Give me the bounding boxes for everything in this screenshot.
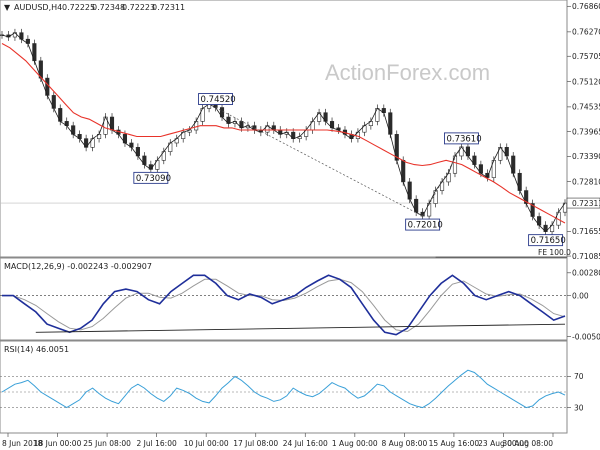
x-axis-tick-label: 30 Aug 08:00 <box>502 439 553 448</box>
price-y-tick-label: 0.72311 <box>572 199 600 208</box>
fe-level-label: FE 100.0 <box>538 248 571 257</box>
price-annotation-label: 0.73090 <box>136 174 171 184</box>
macd-y-tick-label: 0.002804 <box>572 269 600 278</box>
symbol-label: AUDUSD,H4 <box>14 3 62 12</box>
x-axis-tick-label: 2 Jul 16:00 <box>137 439 177 448</box>
price-header: ▼ AUDUSD,H4 0.72225 0.72348 0.72223 0.72… <box>4 3 185 12</box>
x-axis-tick-label: 15 Aug 16:00 <box>429 439 480 448</box>
x-axis-tick-label: 25 Jun 08:00 <box>83 439 131 448</box>
price-annotation-label: 0.74520 <box>201 95 236 105</box>
x-axis-tick-label: 8 Aug 08:00 <box>381 439 427 448</box>
ohlc-low: 0.72223 <box>122 3 155 12</box>
ohlc-open: 0.72225 <box>62 3 95 12</box>
x-axis-tick-label: 1 Aug 00:00 <box>332 439 378 448</box>
price-y-tick-label: 0.71085 <box>572 252 600 261</box>
price-y-tick-label: 0.72810 <box>572 177 600 186</box>
price-annotation-label: 0.71650 <box>531 236 566 246</box>
price-annotation-label: 0.72010 <box>408 221 443 231</box>
price-y-tick-label: 0.76860 <box>572 2 600 11</box>
watermark: ActionForex.com <box>325 60 490 85</box>
price-y-tick-label: 0.76270 <box>572 28 600 37</box>
chart-canvas: ActionForex.com 0.76860 0.76270 0.75705 0.7… <box>0 0 600 450</box>
rsi-y-tick-label: 70 <box>574 372 584 381</box>
rsi-panel-frame <box>0 340 568 434</box>
macd-y-tick-label: 0.00 <box>572 291 589 300</box>
price-panel: ActionForex.com 0.76860 0.76270 0.75705 0.7… <box>0 0 600 261</box>
price-y-tick-label: 0.74535 <box>572 103 600 112</box>
price-y-tick-label: 0.71655 <box>572 227 600 236</box>
rsi-y-tick-label: 30 <box>574 403 584 412</box>
rsi-panel: 70 30 RSI(14) 46.0051 <box>0 340 584 434</box>
rsi-title: RSI(14) 46.0051 <box>4 345 69 354</box>
price-header-arrow: ▼ <box>4 3 11 12</box>
macd-panel: 0.002804 0.00 -0.005019 MACD(12,26,9) -0.0… <box>0 257 600 341</box>
price-y-tick-label: 0.75705 <box>572 52 600 61</box>
x-axis-tick-label: 18 Jun 00:00 <box>34 439 82 448</box>
x-axis-tick-label: 10 Jul 00:00 <box>184 439 229 448</box>
ohlc-high: 0.72348 <box>92 3 125 12</box>
macd-y-tick-label: -0.005019 <box>572 332 600 341</box>
x-axis-tick-label: 17 Jul 08:00 <box>233 439 278 448</box>
price-annotation-label: 0.73610 <box>446 134 481 144</box>
x-axis-tick-label: 24 Jul 16:00 <box>283 439 328 448</box>
price-y-tick-label: 0.75120 <box>572 77 600 86</box>
price-y-tick-label: 0.73965 <box>572 127 600 136</box>
macd-title: MACD(12,26,9) -0.002243 -0.002907 <box>4 262 152 271</box>
price-panel-frame <box>0 0 568 258</box>
price-y-tick-label: 0.73390 <box>572 152 600 161</box>
ohlc-close: 0.72311 <box>152 3 185 12</box>
